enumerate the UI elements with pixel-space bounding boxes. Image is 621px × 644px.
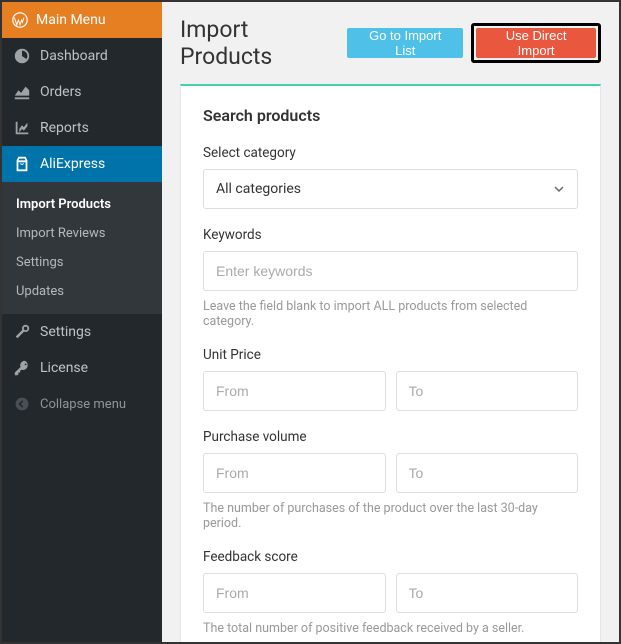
- purchase-volume-to-input[interactable]: [396, 453, 579, 493]
- panel-title: Search products: [203, 106, 578, 125]
- main-menu-label: Main Menu: [36, 12, 106, 28]
- search-panel: Search products Select category All cate…: [180, 84, 601, 642]
- page-title: Import Products: [180, 16, 339, 70]
- purchase-volume-label: Purchase volume: [203, 429, 578, 445]
- sidebar-item-reports[interactable]: Reports: [2, 110, 162, 146]
- sidebar-item-label: Dashboard: [40, 48, 108, 64]
- use-direct-import-button[interactable]: Use Direct Import: [476, 28, 596, 58]
- main-menu-header: Main Menu: [2, 2, 162, 38]
- sidebar-item-label: AliExpress: [40, 156, 105, 172]
- field-category: Select category All categories: [203, 145, 578, 209]
- go-to-import-list-button[interactable]: Go to Import List: [347, 28, 463, 58]
- sidebar-item-dashboard[interactable]: Dashboard: [2, 38, 162, 74]
- shopping-bag-icon: [12, 155, 32, 173]
- field-purchase-volume: Purchase volume The number of purchases …: [203, 429, 578, 531]
- feedback-score-to-input[interactable]: [396, 573, 579, 613]
- chart-area-icon: [12, 83, 32, 101]
- unit-price-from-input[interactable]: [203, 371, 386, 411]
- sidebar-item-license[interactable]: License: [2, 350, 162, 386]
- collapse-label: Collapse menu: [40, 397, 126, 412]
- collapse-arrow-icon: [12, 396, 32, 412]
- sidebar-item-label: License: [40, 360, 88, 376]
- key-icon: [12, 359, 32, 377]
- sidebar-item-orders[interactable]: Orders: [2, 74, 162, 110]
- collapse-menu[interactable]: Collapse menu: [2, 386, 162, 422]
- chart-line-icon: [12, 119, 32, 137]
- submenu-settings[interactable]: Settings: [2, 248, 162, 277]
- submenu-import-products[interactable]: Import Products: [2, 190, 162, 219]
- keywords-label: Keywords: [203, 227, 578, 243]
- sidebar-submenu: Import Products Import Reviews Settings …: [2, 182, 162, 314]
- field-feedback-score: Feedback score The total number of posit…: [203, 549, 578, 636]
- feedback-score-hint: The total number of positive feedback re…: [203, 621, 578, 636]
- category-value: All categories: [216, 181, 301, 197]
- highlight-box: Use Direct Import: [471, 23, 601, 63]
- unit-price-to-input[interactable]: [396, 371, 579, 411]
- feedback-score-from-input[interactable]: [203, 573, 386, 613]
- sidebar-item-label: Settings: [40, 324, 91, 340]
- submenu-updates[interactable]: Updates: [2, 277, 162, 306]
- submenu-import-reviews[interactable]: Import Reviews: [2, 219, 162, 248]
- feedback-score-label: Feedback score: [203, 549, 578, 565]
- category-select[interactable]: All categories: [203, 169, 578, 209]
- sidebar: Main Menu Dashboard Orders Reports AliEx: [2, 2, 162, 642]
- unit-price-label: Unit Price: [203, 347, 578, 363]
- purchase-volume-hint: The number of purchases of the product o…: [203, 501, 578, 531]
- dashboard-icon: [12, 47, 32, 65]
- wordpress-logo-icon: [12, 12, 28, 28]
- sidebar-item-label: Reports: [40, 120, 89, 136]
- wrench-icon: [12, 323, 32, 341]
- chevron-down-icon: [553, 183, 565, 195]
- sidebar-item-aliexpress[interactable]: AliExpress: [2, 146, 162, 182]
- sidebar-item-settings[interactable]: Settings: [2, 314, 162, 350]
- field-unit-price: Unit Price: [203, 347, 578, 411]
- sidebar-item-label: Orders: [40, 84, 82, 100]
- field-keywords: Keywords Leave the field blank to import…: [203, 227, 578, 329]
- keywords-input[interactable]: [203, 251, 578, 291]
- keywords-hint: Leave the field blank to import ALL prod…: [203, 299, 578, 329]
- page-header: Import Products Go to Import List Use Di…: [180, 16, 601, 70]
- main-content: Import Products Go to Import List Use Di…: [162, 2, 619, 642]
- category-label: Select category: [203, 145, 578, 161]
- purchase-volume-from-input[interactable]: [203, 453, 386, 493]
